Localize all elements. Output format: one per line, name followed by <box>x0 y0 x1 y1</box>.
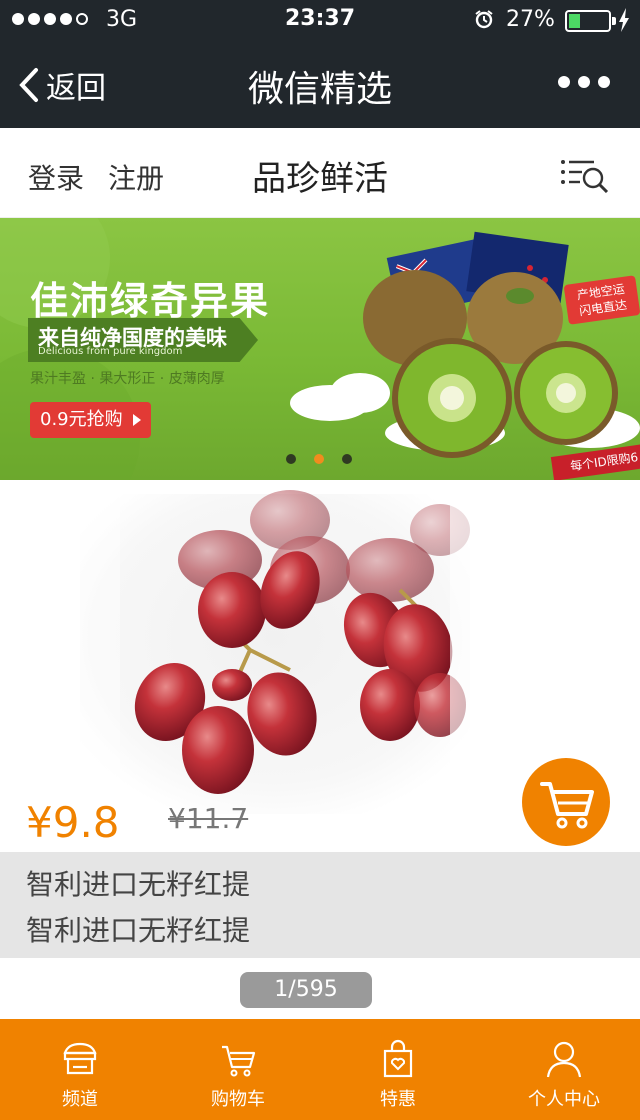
gift-bag-icon <box>383 1039 413 1078</box>
tab-label: 特惠 <box>380 1089 416 1110</box>
charging-icon <box>619 8 629 32</box>
tab-label: 购物车 <box>211 1089 265 1110</box>
banner-subtitle-en: Delicious from pure kingdom <box>38 346 183 357</box>
battery-percent: 27% <box>506 7 555 32</box>
promo-banner[interactable]: 佳沛绿奇异果 来自纯净国度的美味 Delicious from pure kin… <box>0 218 640 480</box>
product-counter: 1/595 <box>240 972 372 1008</box>
nav-bar: 返回 微信精选 <box>0 40 640 128</box>
banner-pager[interactable] <box>286 454 352 464</box>
pager-dot[interactable] <box>342 454 352 464</box>
channel-icon <box>63 1042 97 1075</box>
cart-icon <box>222 1045 256 1077</box>
site-header: 登录 注册 品珍鲜活 <box>0 128 640 218</box>
tab-profile[interactable]: 个人中心 <box>484 1019 640 1120</box>
tab-label: 个人中心 <box>528 1089 600 1110</box>
tab-channel[interactable]: 频道 <box>0 1019 160 1120</box>
add-to-cart-button[interactable] <box>522 758 610 846</box>
banner-cta-button[interactable]: 0.9元抢购 <box>30 402 151 438</box>
tab-label: 频道 <box>62 1089 98 1110</box>
product-description: 智利进口无籽红提 <box>26 914 251 947</box>
pager-dot[interactable] <box>286 454 296 464</box>
bottom-tab-bar: 频道 购物车 特惠 个人中心 <box>0 1019 640 1120</box>
product-name: 智利进口无籽红提 <box>26 868 251 901</box>
list-search-icon[interactable] <box>560 157 610 193</box>
more-dots-icon[interactable] <box>558 76 610 88</box>
cart-icon <box>540 782 594 829</box>
banner-features: 果汁丰盈 · 果大形正 · 皮薄肉厚 <box>30 371 225 387</box>
battery-icon <box>565 10 616 32</box>
tab-cart[interactable]: 购物车 <box>158 1019 318 1120</box>
status-bar: 3G 23:37 27% <box>0 0 640 40</box>
pager-dot-active[interactable] <box>314 454 324 464</box>
alarm-icon <box>475 10 493 29</box>
product-name-block[interactable]: 智利进口无籽红提 智利进口无籽红提 <box>0 852 640 958</box>
banner-title: 佳沛绿奇异果 <box>30 279 271 323</box>
user-icon <box>546 1041 582 1078</box>
page-title: 微信精选 <box>247 69 392 110</box>
product-original-price: ¥11.7 <box>168 802 249 835</box>
tab-deals[interactable]: 特惠 <box>318 1019 478 1120</box>
product-price: ¥9.8 <box>26 798 120 847</box>
brand-title: 品珍鲜活 <box>252 159 388 199</box>
